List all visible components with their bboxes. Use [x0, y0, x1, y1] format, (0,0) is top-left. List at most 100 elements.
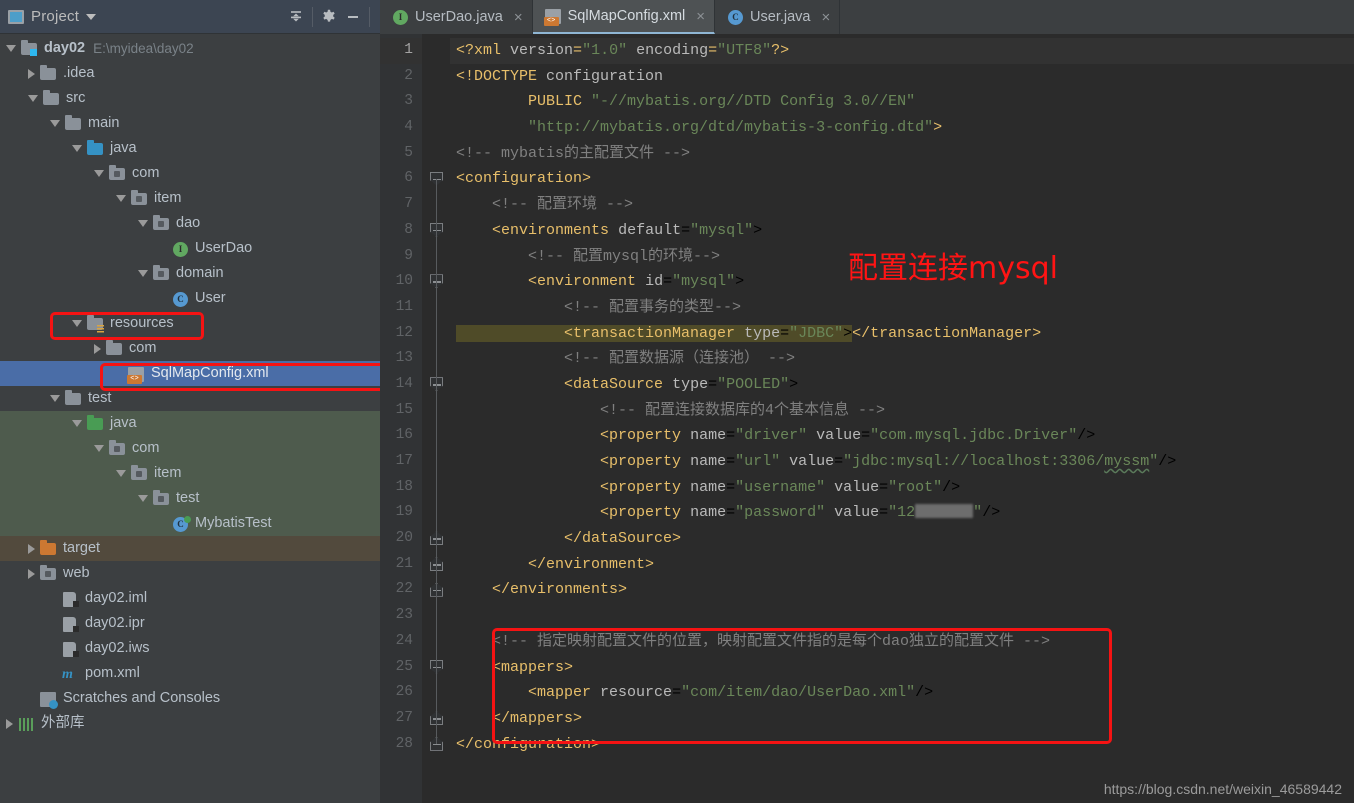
code-line-17[interactable]: <property name="url" value="jdbc:mysql:/… [450, 449, 1354, 475]
close-icon[interactable]: × [822, 9, 831, 26]
tree-item-user[interactable]: C User [0, 286, 380, 311]
code-line-8[interactable]: <environments default="mysql"> [450, 218, 1354, 244]
chevron-right-icon[interactable] [6, 718, 13, 729]
line-number: 4 [404, 119, 413, 136]
code-line-13[interactable]: <!-- 配置数据源（连接池） --> [450, 346, 1354, 372]
folder-package [109, 439, 126, 457]
project-icon [8, 9, 24, 24]
tree-item-com[interactable]: com [0, 436, 380, 461]
code-line-19[interactable]: <property name="password" value="12 "/> [450, 500, 1354, 526]
editor-tab-user-java[interactable]: C User.java × [715, 0, 841, 34]
tree-item-day02-iml[interactable]: day02.iml [0, 586, 380, 611]
tree-item-target[interactable]: target [0, 536, 380, 561]
collapse-all-icon[interactable] [284, 5, 308, 29]
code-content[interactable]: <?xml version="1.0" encoding="UTF8"?> <!D… [450, 34, 1354, 803]
editor-tab-bar[interactable]: I UserDao.java × SqlMapConfig.xml × C User.jav… [380, 0, 1354, 34]
tree-item-domain[interactable]: domain [0, 261, 380, 286]
tree-item-item[interactable]: item [0, 186, 380, 211]
chevron-down-icon[interactable] [28, 95, 38, 102]
chevron-down-icon[interactable] [50, 395, 60, 402]
code-line-12[interactable]: <transactionManager type="JDBC"></transa… [450, 321, 1354, 347]
code-line-15[interactable]: <!-- 配置连接数据库的4个基本信息 --> [450, 398, 1354, 424]
chevron-down-icon[interactable] [94, 170, 104, 177]
code-line-22[interactable]: </environments> [450, 577, 1354, 603]
iml-icon [62, 616, 79, 632]
tree-item-userdao[interactable]: I UserDao [0, 236, 380, 261]
code-line-21[interactable]: </environment> [450, 552, 1354, 578]
code-line-18[interactable]: <property name="username" value="root"/> [450, 475, 1354, 501]
tree-item-sqlmapconfig-xml[interactable]: SqlMapConfig.xml [0, 361, 380, 386]
tree-item-pom-xml[interactable]: m pom.xml [0, 661, 380, 686]
chevron-down-icon[interactable] [138, 220, 148, 227]
code-line-1[interactable]: <?xml version="1.0" encoding="UTF8"?> [450, 38, 1354, 64]
chevron-down-icon[interactable] [116, 470, 126, 477]
code-editor[interactable]: 1 2 3 4 5 6 7 8 9 10 11 12 13 14 15 16 17 18 19 20 21 22 23 24 2… [380, 34, 1354, 803]
chevron-down-icon[interactable] [50, 120, 60, 127]
code-line-25[interactable]: <mappers> [450, 655, 1354, 681]
line-number: 7 [404, 196, 413, 213]
tree-item-web[interactable]: web [0, 561, 380, 586]
code-line-4[interactable]: "http://mybatis.org/dtd/mybatis-3-config… [450, 115, 1354, 141]
editor-tab-sqlmapconfig-xml[interactable]: SqlMapConfig.xml × [532, 0, 716, 34]
tree-item-day02-iws[interactable]: day02.iws [0, 636, 380, 661]
tree-item----[interactable]: 外部库 [0, 711, 380, 736]
code-line-5[interactable]: <!-- mybatis的主配置文件 --> [450, 141, 1354, 167]
gear-icon[interactable] [317, 5, 341, 29]
close-icon[interactable]: × [514, 9, 523, 26]
line-number: 10 [395, 273, 413, 290]
code-line-23[interactable] [450, 603, 1354, 629]
tree-item-scratches-and-consoles[interactable]: Scratches and Consoles [0, 686, 380, 711]
chevron-down-icon[interactable] [116, 195, 126, 202]
code-line-2[interactable]: <!DOCTYPE configuration [450, 64, 1354, 90]
tree-item-test[interactable]: test [0, 486, 380, 511]
code-line-24[interactable]: <!-- 指定映射配置文件的位置，映射配置文件指的是每个dao独立的配置文件 -… [450, 629, 1354, 655]
code-line-11[interactable]: <!-- 配置事务的类型--> [450, 295, 1354, 321]
code-line-3[interactable]: PUBLIC "-//mybatis.org//DTD Config 3.0//… [450, 89, 1354, 115]
tree-item-dao[interactable]: dao [0, 211, 380, 236]
chevron-down-icon[interactable] [72, 420, 82, 427]
tree-item-com[interactable]: com [0, 336, 380, 361]
chevron-down-icon[interactable] [72, 145, 82, 152]
folder-package [131, 464, 148, 482]
chevron-down-icon[interactable] [94, 445, 104, 452]
close-icon[interactable]: × [696, 8, 705, 25]
chevron-right-icon[interactable] [94, 343, 101, 354]
code-line-7[interactable]: <!-- 配置环境 --> [450, 192, 1354, 218]
fold-region-line [436, 384, 437, 539]
tree-item-item[interactable]: item [0, 461, 380, 486]
redacted-password [915, 504, 974, 519]
tree-item-src[interactable]: src [0, 86, 380, 111]
code-folding-gutter[interactable] [422, 34, 450, 803]
chevron-down-icon[interactable] [6, 45, 16, 52]
code-line-27[interactable]: </mappers> [450, 706, 1354, 732]
tree-item-com[interactable]: com [0, 161, 380, 186]
tree-item-resources[interactable]: resources [0, 311, 380, 336]
tree-item--idea[interactable]: .idea [0, 61, 380, 86]
chevron-down-icon[interactable] [86, 13, 97, 20]
tree-item-java[interactable]: java [0, 411, 380, 436]
tree-item-day02[interactable]: day02 E:\myidea\day02 [0, 36, 380, 61]
chevron-right-icon[interactable] [28, 68, 35, 79]
chevron-right-icon[interactable] [28, 543, 35, 554]
minimize-icon[interactable] [341, 5, 365, 29]
tree-item-day02-ipr[interactable]: day02.ipr [0, 611, 380, 636]
line-number: 15 [395, 401, 413, 418]
chevron-down-icon[interactable] [138, 270, 148, 277]
code-line-14[interactable]: <dataSource type="POOLED"> [450, 372, 1354, 398]
tree-item-mybatistest[interactable]: C MybatisTest [0, 511, 380, 536]
tree-item-test[interactable]: test [0, 386, 380, 411]
code-line-20[interactable]: </dataSource> [450, 526, 1354, 552]
project-tree[interactable]: day02 E:\myidea\day02 .idea src main java com i… [0, 34, 380, 803]
tree-item-main[interactable]: main [0, 111, 380, 136]
chevron-down-icon[interactable] [138, 495, 148, 502]
code-line-6[interactable]: <configuration> [450, 166, 1354, 192]
tree-item-java[interactable]: java [0, 136, 380, 161]
chevron-right-icon[interactable] [28, 568, 35, 579]
code-line-16[interactable]: <property name="driver" value="com.mysql… [450, 423, 1354, 449]
code-line-28[interactable]: </configuration> [450, 732, 1354, 758]
editor-tab-userdao-java[interactable]: I UserDao.java × [380, 0, 533, 34]
line-number: 8 [404, 221, 413, 238]
chevron-down-icon[interactable] [72, 320, 82, 327]
code-line-26[interactable]: <mapper resource="com/item/dao/UserDao.x… [450, 680, 1354, 706]
tree-item-label: Scratches and Consoles [63, 690, 221, 706]
